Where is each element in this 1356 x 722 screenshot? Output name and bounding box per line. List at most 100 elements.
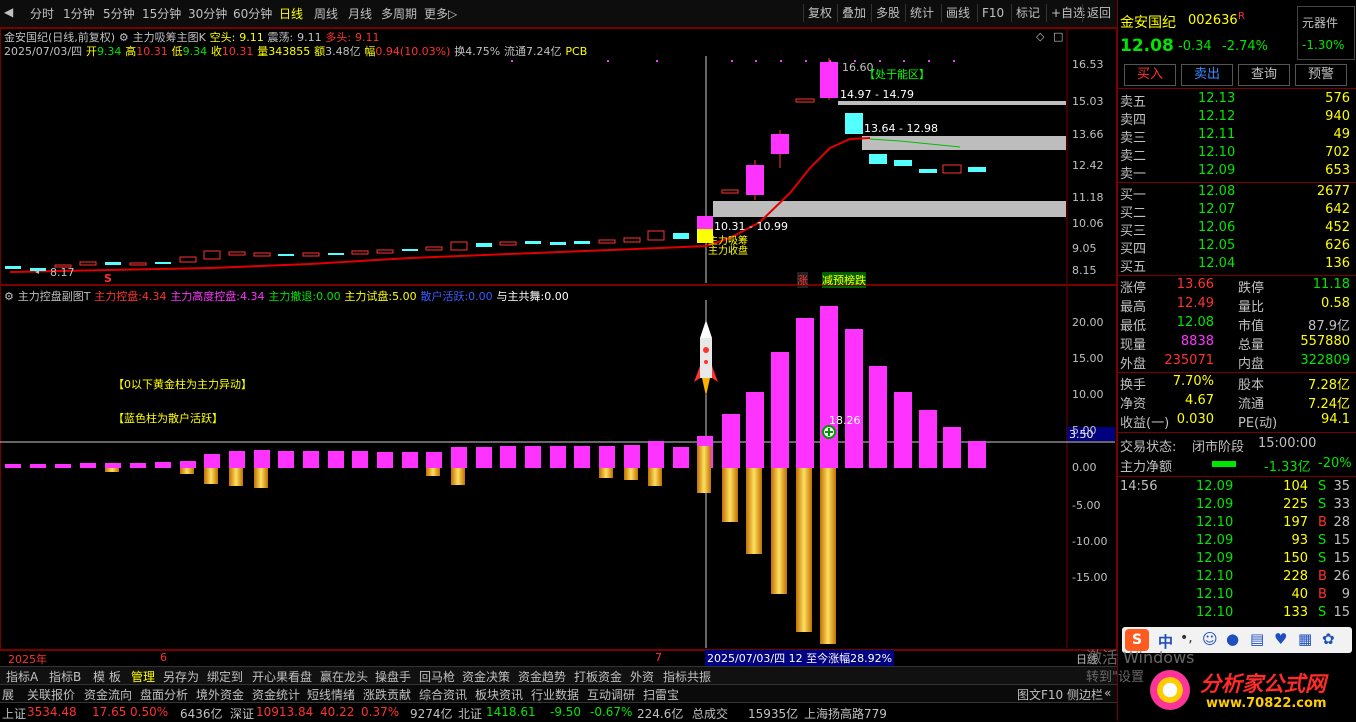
order-volume: 49 (1333, 127, 1350, 142)
sidebar-collapse-icon[interactable]: « (1104, 686, 1111, 700)
tab-trader[interactable]: 操盘手 (375, 668, 411, 685)
sub-tick-7: -10.00 (1072, 535, 1108, 548)
tab-win-leader[interactable]: 赢在龙头 (320, 668, 368, 685)
sell-order-row[interactable]: 卖五 12.13 576 (1120, 91, 1354, 110)
sub-tick-6: -5.00 (1072, 499, 1101, 512)
multi-stock-button[interactable]: 多股 (871, 4, 904, 22)
bz-amount: 224.6亿 (637, 707, 684, 721)
buy-button[interactable]: 买入 (1124, 64, 1176, 86)
sz-label[interactable]: 深证 (230, 705, 254, 722)
tick-side: B (1318, 569, 1327, 584)
tab-fund-trend[interactable]: 资金趋势 (518, 668, 566, 685)
price-tick-5: 11.18 (1072, 191, 1104, 204)
period-monthly[interactable]: 月线 (348, 5, 372, 22)
tab-market-analysis[interactable]: 盘面分析 (140, 686, 188, 703)
sell-order-row[interactable]: 卖二 12.10 702 (1120, 145, 1354, 164)
bz-change: -9.50 (550, 705, 582, 719)
period-30min[interactable]: 30分钟 (188, 5, 227, 22)
status-divider (1118, 432, 1356, 433)
sh-value: 3534.48 (27, 705, 77, 719)
price-tick-4: 12.42 (1072, 159, 1104, 172)
tab-indicator-a[interactable]: 指标A (6, 668, 38, 685)
tab-industry-data[interactable]: 行业数据 (531, 686, 579, 703)
stat-value: 7.70% (1172, 374, 1214, 389)
ime-keyboard-icon[interactable]: ▤ (1250, 630, 1264, 648)
tab-overseas-fund[interactable]: 境外资金 (196, 686, 244, 703)
tab-news[interactable]: 综合资讯 (419, 686, 467, 703)
tab-manage[interactable]: 管理 (131, 668, 155, 685)
query-button[interactable]: 查询 (1238, 64, 1290, 86)
period-5min[interactable]: 5分钟 (103, 5, 135, 22)
stats-row: 最低 12.08 市值 87.9亿 (1120, 315, 1354, 334)
tab-fund-flow[interactable]: 资金流向 (84, 686, 132, 703)
tick-volume: 228 (1283, 569, 1308, 584)
ime-mic-icon[interactable]: ● (1226, 630, 1239, 648)
mark-button[interactable]: 标记 (1011, 4, 1044, 22)
sidebar-button[interactable]: 侧边栏 (1067, 686, 1103, 703)
buy-order-row[interactable]: 买五 12.04 136 (1120, 256, 1354, 275)
buy-order-row[interactable]: 买四 12.05 626 (1120, 238, 1354, 257)
ime-emoji-icon[interactable]: ☺ (1202, 630, 1218, 648)
ime-skin-icon[interactable]: ♥ (1274, 630, 1287, 648)
stock-code: 002636 (1188, 13, 1238, 28)
total-label: 总成交 (692, 707, 729, 721)
stat-key: 净资 (1120, 397, 1147, 412)
sub-tick-4: 5.00 (1072, 424, 1097, 437)
alert-button[interactable]: 预警 (1295, 64, 1347, 86)
tab-interaction[interactable]: 互动调研 (587, 686, 635, 703)
period-15min[interactable]: 15分钟 (142, 5, 181, 22)
tick-price: 12.10 (1196, 569, 1234, 584)
graphic-f10-button[interactable]: 图文F10 (1017, 686, 1063, 703)
tab-resonance[interactable]: 指标共振 (663, 668, 711, 685)
toolbar-arrow-icon[interactable]: ◀ (4, 5, 13, 19)
sh-label[interactable]: 上证 (2, 705, 26, 722)
statistics-button[interactable]: 统计 (905, 4, 938, 22)
ime-menu-icon[interactable]: ▦ (1298, 630, 1312, 648)
sell-order-row[interactable]: 卖三 12.11 49 (1120, 127, 1354, 146)
period-more[interactable]: 更多▷ (424, 5, 457, 22)
buy-order-row[interactable]: 买二 12.07 642 (1120, 202, 1354, 221)
tab-expand[interactable]: 展 (2, 686, 14, 703)
buy-order-row[interactable]: 买三 12.06 452 (1120, 220, 1354, 239)
period-weekly[interactable]: 周线 (314, 5, 338, 22)
sell-button[interactable]: 卖出 (1181, 64, 1233, 86)
tab-fund-decision[interactable]: 资金决策 (462, 668, 510, 685)
tab-contribution[interactable]: 涨跌贡献 (363, 686, 411, 703)
back-button[interactable]: 返回 (1082, 4, 1115, 22)
f10-button[interactable]: F10 (977, 4, 1008, 22)
tab-huimaqiang[interactable]: 回马枪 (419, 668, 455, 685)
stat-value: 87.9亿 (1308, 319, 1350, 334)
tab-save-as[interactable]: 另存为 (163, 668, 199, 685)
tab-limit-fund[interactable]: 打板资金 (574, 668, 622, 685)
tab-template[interactable]: 模 板 (93, 668, 121, 685)
period-60min[interactable]: 60分钟 (233, 5, 272, 22)
tab-short-sentiment[interactable]: 短线情绪 (307, 686, 355, 703)
stat-key: 流通 (1238, 397, 1265, 412)
bz-label[interactable]: 北证 (458, 705, 482, 722)
tab-indicator-b[interactable]: 指标B (49, 668, 81, 685)
period-multi[interactable]: 多周期 (381, 5, 417, 22)
restore-rights-button[interactable]: 复权 (803, 4, 836, 22)
close-control-label: 主力收盘 (708, 246, 748, 257)
tick-row: 12.10 40 B 9 (1120, 587, 1354, 606)
tab-fund-stats[interactable]: 资金统计 (252, 686, 300, 703)
stat-key: PE(动) (1238, 416, 1278, 431)
tab-minesweeper[interactable]: 扫雷宝 (643, 686, 679, 703)
draw-line-button[interactable]: 画线 (941, 4, 974, 22)
tab-bind-to[interactable]: 绑定到 (207, 668, 243, 685)
buy-order-row[interactable]: 买一 12.08 2677 (1120, 184, 1354, 203)
stat-key: 内盘 (1238, 357, 1265, 372)
tab-foreign[interactable]: 外资 (630, 668, 654, 685)
period-fenshi[interactable]: 分时 (30, 5, 54, 22)
ime-toolbox-icon[interactable]: ✿ (1322, 630, 1335, 648)
stat-value: 94.1 (1321, 412, 1350, 427)
tab-sector-news[interactable]: 板块资讯 (475, 686, 523, 703)
sell-order-row[interactable]: 卖一 12.09 653 (1120, 163, 1354, 182)
overlay-button[interactable]: 叠加 (837, 4, 870, 22)
tab-related-quote[interactable]: 关联报价 (27, 686, 75, 703)
sell-order-row[interactable]: 卖四 12.12 940 (1120, 109, 1354, 128)
tick-side: S (1318, 551, 1327, 566)
tab-pistachio[interactable]: 开心果看盘 (252, 668, 312, 685)
period-1min[interactable]: 1分钟 (63, 5, 95, 22)
period-daily[interactable]: 日线 (279, 5, 303, 22)
